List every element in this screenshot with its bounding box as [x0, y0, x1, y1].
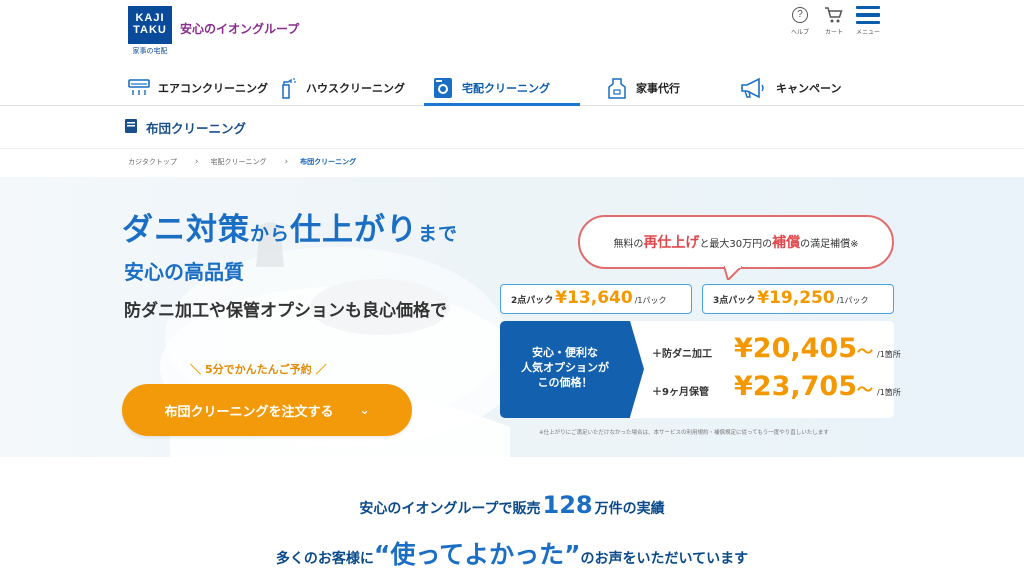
- apron-icon: [606, 77, 628, 99]
- reserve-note: ＼ 5分でかんたんご予約／: [190, 363, 327, 376]
- cart-button[interactable]: カート: [817, 4, 851, 36]
- hamburger-menu-icon: [851, 4, 885, 26]
- page-title: 布団クリーニング: [124, 118, 246, 137]
- main-nav: エアコンクリーニング ハウスクリーニング 宅配クリーニング 家事代行 キャンペー…: [0, 66, 1024, 106]
- spray-icon: [276, 77, 298, 99]
- nav-label: キャンペーン: [776, 82, 842, 95]
- menu-label: メニュー: [855, 29, 880, 36]
- site-header: KAJI TAKU 家事の宅配 安心のイオングループ ? ヘルプ カート メニュ…: [0, 0, 1024, 64]
- cart-icon: [817, 4, 851, 26]
- option-row-anti-mite: ＋防ダニ加工 ¥20,405 〜 /1箇所: [652, 333, 901, 364]
- bubble-tail: [724, 266, 742, 280]
- help-button[interactable]: ? ヘルプ: [783, 4, 817, 36]
- customer-voice-heading: 多くのお客様に“使ってよかった”のお声をいただいています: [275, 540, 749, 569]
- hero-subhead: 安心の高品質: [124, 260, 244, 284]
- pack-2-price: 2点パック ¥13,640 /1パック: [500, 284, 692, 314]
- cta-label: 布団クリーニングを注文する: [164, 404, 334, 420]
- help-icon: ?: [792, 7, 808, 23]
- order-futon-cleaning-button[interactable]: 布団クリーニングを注文する ⌄: [122, 384, 412, 436]
- logo-line-1: KAJI: [135, 12, 165, 24]
- nav-item-delivery-cleaning[interactable]: 宅配クリーニング: [432, 70, 550, 106]
- fine-print: ※仕上がりにご満足いただけなかった場合は、本サービスの利用規約・補償規定に従って…: [539, 430, 829, 436]
- nav-label: エアコンクリーニング: [158, 82, 268, 95]
- nav-item-campaign[interactable]: キャンペーン: [738, 70, 841, 106]
- menu-button[interactable]: メニュー: [851, 4, 885, 36]
- washer-icon: [432, 77, 454, 99]
- option-row-storage: ＋9ヶ月保管 ¥23,705 〜 /1箇所: [652, 371, 901, 402]
- cart-label: カート: [824, 29, 843, 36]
- chevron-right-icon: ›: [284, 157, 289, 167]
- logo-mark: KAJI TAKU: [128, 6, 172, 44]
- nav-active-indicator: [424, 103, 580, 106]
- sparkle-right-icon: ／: [315, 363, 327, 376]
- chevron-right-icon: ›: [194, 157, 199, 167]
- arrow-shape: [630, 321, 644, 417]
- futon-icon: [124, 118, 138, 137]
- aircon-icon: [128, 77, 150, 99]
- nav-label: ハウスクリーニング: [306, 82, 405, 95]
- kajitaku-logo[interactable]: KAJI TAKU 家事の宅配: [128, 6, 172, 56]
- nav-item-aircon-cleaning[interactable]: エアコンクリーニング: [128, 70, 268, 106]
- hero-tagline: 防ダニ加工や保管オプションも良心価格で: [124, 301, 447, 321]
- help-label: ヘルプ: [790, 29, 809, 36]
- nav-label: 宅配クリーニング: [462, 82, 550, 95]
- header-tagline: 安心のイオングループ: [180, 22, 300, 36]
- breadcrumb-item-delivery[interactable]: 宅配クリーニング: [210, 157, 266, 167]
- sales-record-heading: 安心のイオングループで販売128 万件の実績: [359, 491, 665, 519]
- chevron-down-icon: ⌄: [359, 403, 370, 417]
- nav-item-housekeeping[interactable]: 家事代行: [606, 70, 680, 106]
- nav-label: 家事代行: [636, 82, 680, 95]
- breadcrumb-item-current: 布団クリーニング: [300, 158, 357, 166]
- pack-3-price: 3点パック ¥19,250 /1パック: [702, 284, 894, 314]
- logo-subtitle: 家事の宅配: [132, 47, 168, 55]
- hero-headline: ダニ対策から仕上がりまで: [122, 212, 459, 248]
- options-lead: 安心・便利な 人気オプションが この価格！: [500, 321, 630, 418]
- nav-item-house-cleaning[interactable]: ハウスクリーニング: [276, 70, 405, 106]
- breadcrumb-item-top[interactable]: カジタクトップ: [128, 157, 177, 167]
- page-title-text: 布団クリーニング: [146, 121, 247, 136]
- divider: [0, 148, 1024, 149]
- options-price-box: 安心・便利な 人気オプションが この価格！ ＋防ダニ加工 ¥20,405 〜 /…: [500, 321, 901, 418]
- sparkle-left-icon: ＼: [190, 363, 201, 376]
- guarantee-bubble: 無料の 再仕上げ と最大30万円の 補償 の満足補償※: [578, 215, 894, 269]
- breadcrumb: カジタクトップ › 宅配クリーニング › 布団クリーニング: [128, 157, 356, 167]
- logo-line-2: TAKU: [133, 24, 167, 36]
- megaphone-icon: [738, 77, 768, 99]
